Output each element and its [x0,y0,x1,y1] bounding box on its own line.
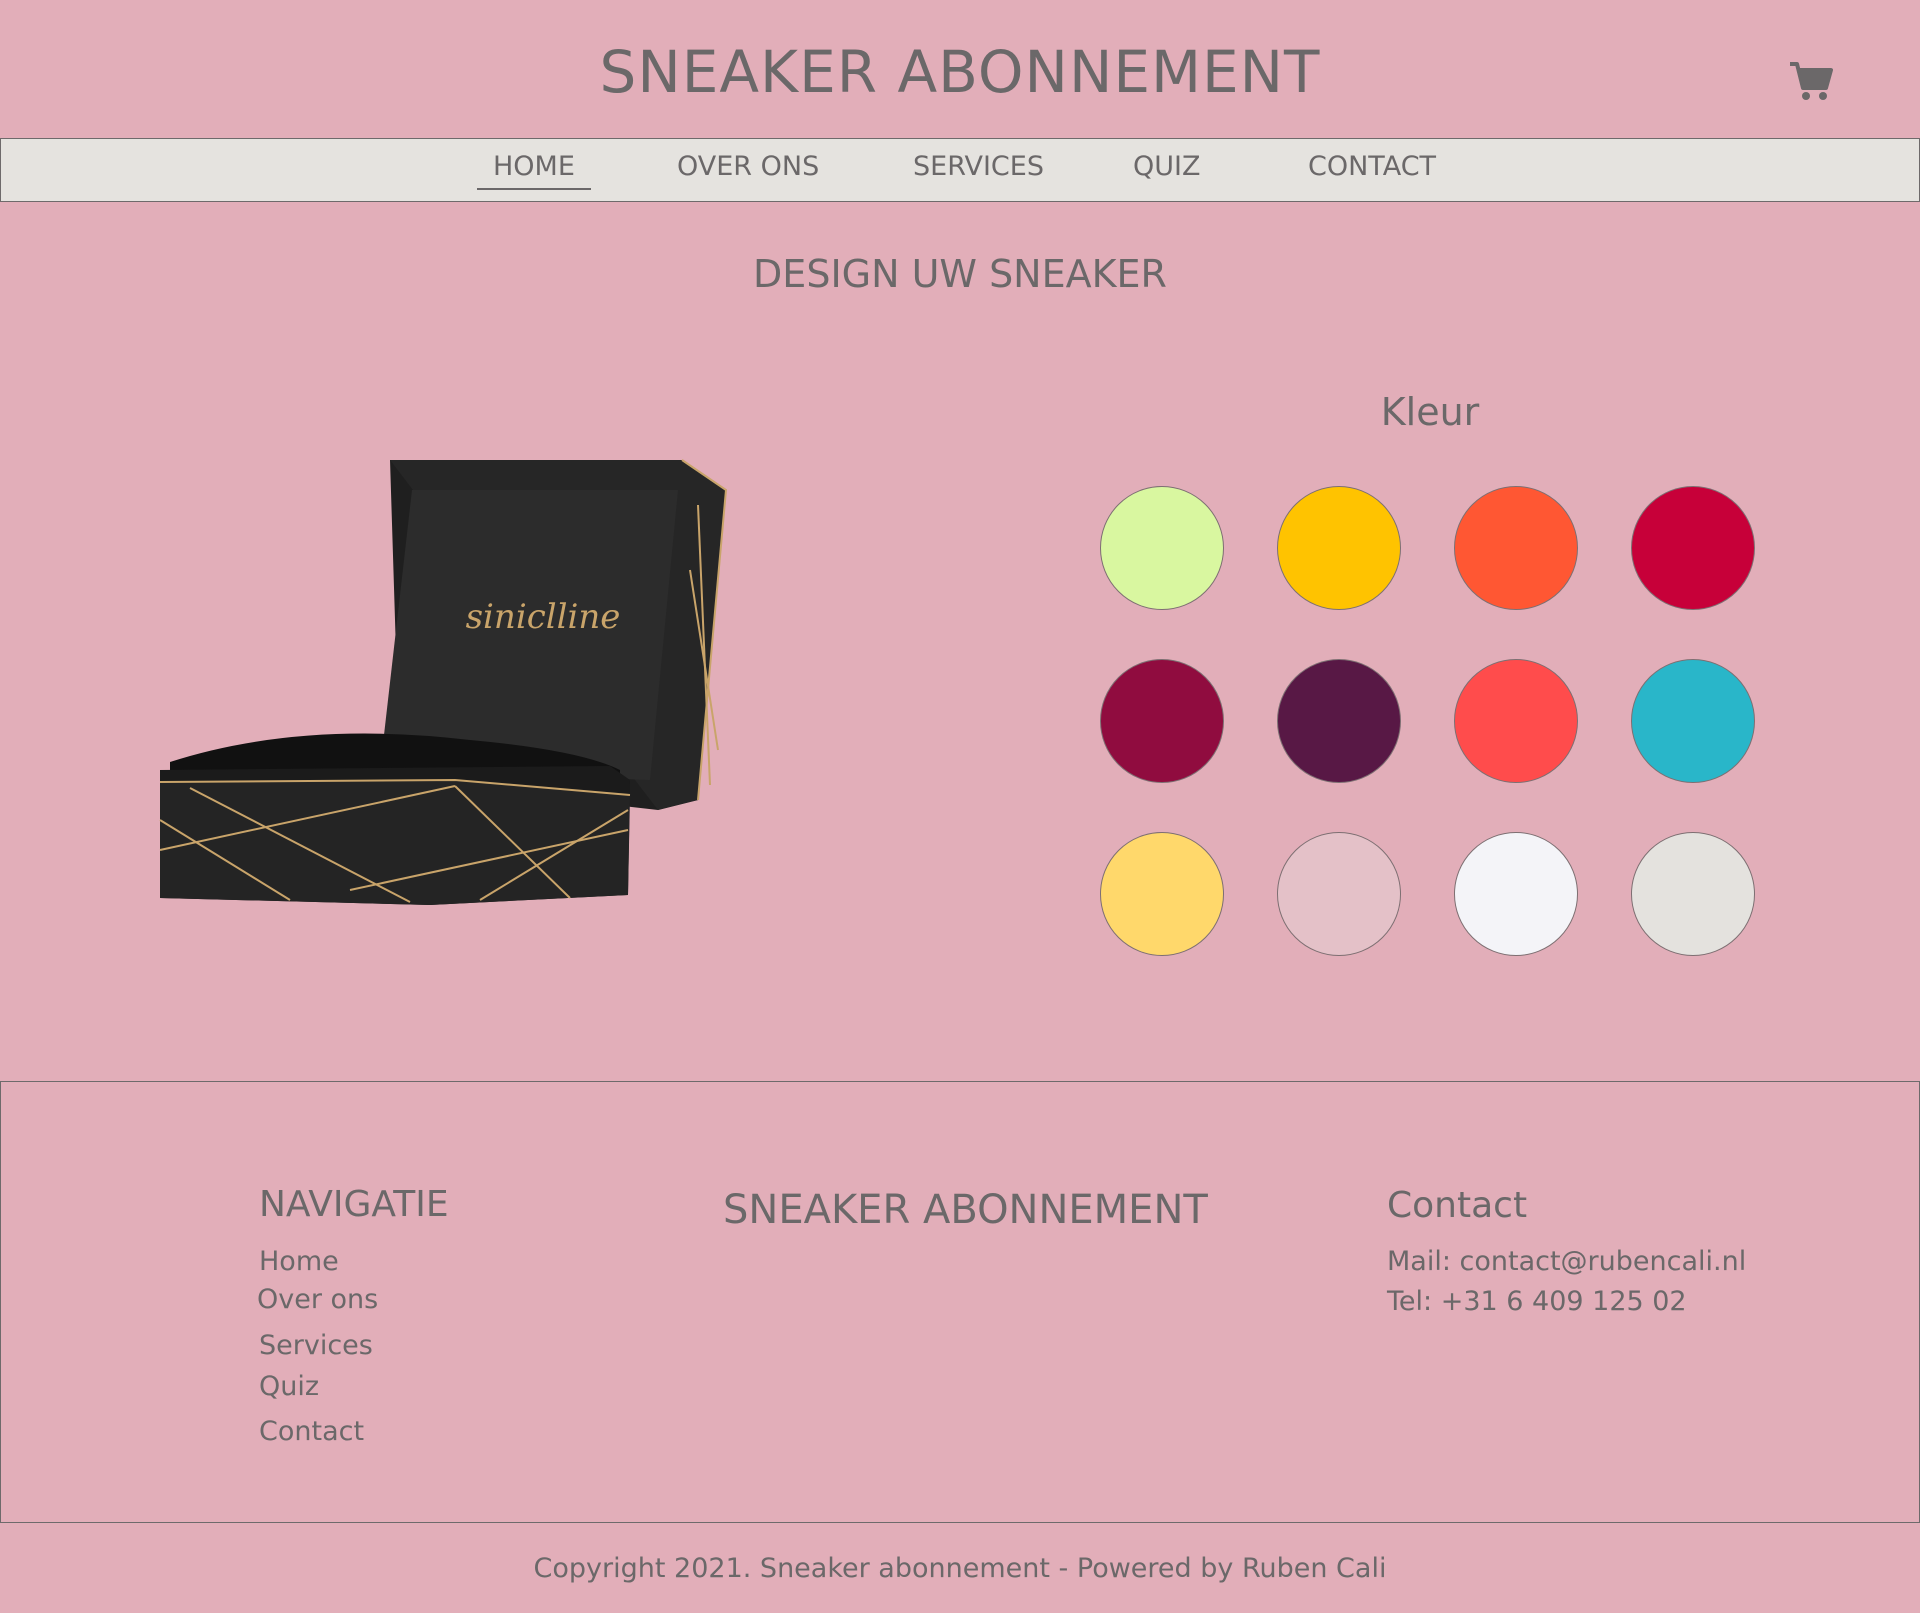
color-swatch[interactable] [1631,659,1755,783]
main-navigation: HOME OVER ONS SERVICES QUIZ CONTACT [0,138,1920,202]
color-swatch[interactable] [1277,659,1401,783]
footer-link-contact[interactable]: Contact [259,1416,364,1447]
color-swatch[interactable] [1100,486,1224,610]
footer-contact-tel: Tel: +31 6 409 125 02 [1387,1286,1687,1317]
color-swatch[interactable] [1631,486,1755,610]
nav-item-over-ons[interactable]: OVER ONS [675,151,821,190]
nav-item-home[interactable]: HOME [477,151,591,190]
copyright-text: Copyright 2021. Sneaker abonnement - Pow… [533,1553,1387,1584]
footer-link-services[interactable]: Services [259,1330,373,1361]
footer: NAVIGATIE Home Over ons Services Quiz Co… [0,1081,1920,1522]
footer-nav-title: NAVIGATIE [259,1184,449,1225]
product-box-image: siniclline [150,450,740,920]
footer-contact-title: Contact [1387,1185,1528,1226]
footer-contact-mail: Mail: contact@rubencali.nl [1387,1246,1747,1277]
site-header: SNEAKER ABONNEMENT [0,0,1920,138]
footer-link-over-ons[interactable]: Over ons [257,1284,378,1315]
product-brand-text: siniclline [466,597,621,637]
color-swatch[interactable] [1277,486,1401,610]
footer-brand: SNEAKER ABONNEMENT [723,1187,1208,1233]
nav-item-contact[interactable]: CONTACT [1306,151,1438,190]
color-swatch[interactable] [1454,832,1578,956]
color-swatch[interactable] [1100,659,1224,783]
shopping-cart-icon[interactable] [1788,60,1834,102]
color-picker-title: Kleur [1380,390,1480,434]
color-swatch[interactable] [1277,832,1401,956]
color-swatch[interactable] [1100,832,1224,956]
page-title: DESIGN UW SNEAKER [753,252,1167,296]
footer-link-quiz[interactable]: Quiz [259,1371,319,1402]
color-swatch[interactable] [1631,832,1755,956]
copyright-bar: Copyright 2021. Sneaker abonnement - Pow… [0,1522,1920,1613]
nav-item-services[interactable]: SERVICES [911,151,1046,190]
site-title: SNEAKER ABONNEMENT [599,38,1321,106]
color-swatch[interactable] [1454,659,1578,783]
color-swatch[interactable] [1454,486,1578,610]
footer-link-home[interactable]: Home [259,1246,339,1277]
nav-item-quiz[interactable]: QUIZ [1131,151,1202,190]
